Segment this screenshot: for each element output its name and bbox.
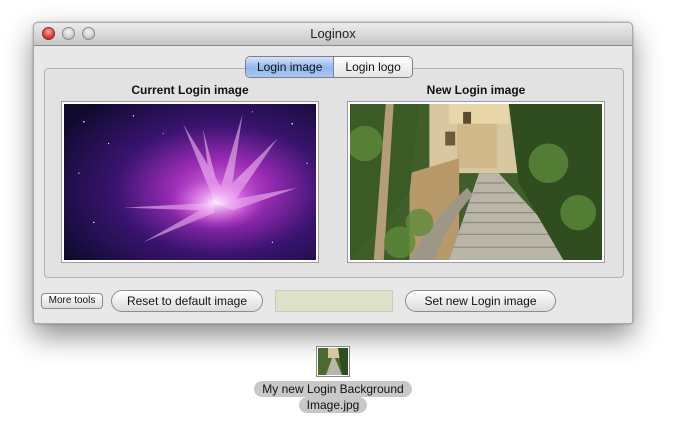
file-name-line1: My new Login Background: [254, 381, 412, 397]
new-image-heading: New Login image: [426, 83, 526, 97]
image-drop-field[interactable]: [275, 290, 393, 312]
tab-login-logo[interactable]: Login logo: [334, 57, 412, 77]
image-file-icon[interactable]: [316, 346, 350, 377]
stairs-photo-image: [350, 104, 602, 260]
current-image-heading: Current Login image: [131, 83, 249, 97]
title-bar[interactable]: Loginox: [34, 23, 632, 46]
file-name-line2: Image.jpg: [298, 397, 368, 413]
galaxy-image: [64, 104, 316, 260]
reset-default-image-button[interactable]: Reset to default image: [111, 290, 263, 312]
tab-bar: Login image Login logo: [245, 56, 413, 78]
file-thumbnail-image: [318, 348, 348, 375]
loginox-window: Loginox Login image Login logo Current L…: [33, 22, 633, 324]
current-login-image: [61, 101, 319, 263]
file-name-label[interactable]: My new Login Background Image.jpg: [248, 381, 418, 413]
set-new-login-image-button[interactable]: Set new Login image: [405, 290, 556, 312]
window-title: Loginox: [310, 26, 356, 41]
tab-login-image[interactable]: Login image: [246, 57, 335, 77]
more-tools-button[interactable]: More tools: [41, 293, 103, 309]
new-login-image: [347, 101, 605, 263]
